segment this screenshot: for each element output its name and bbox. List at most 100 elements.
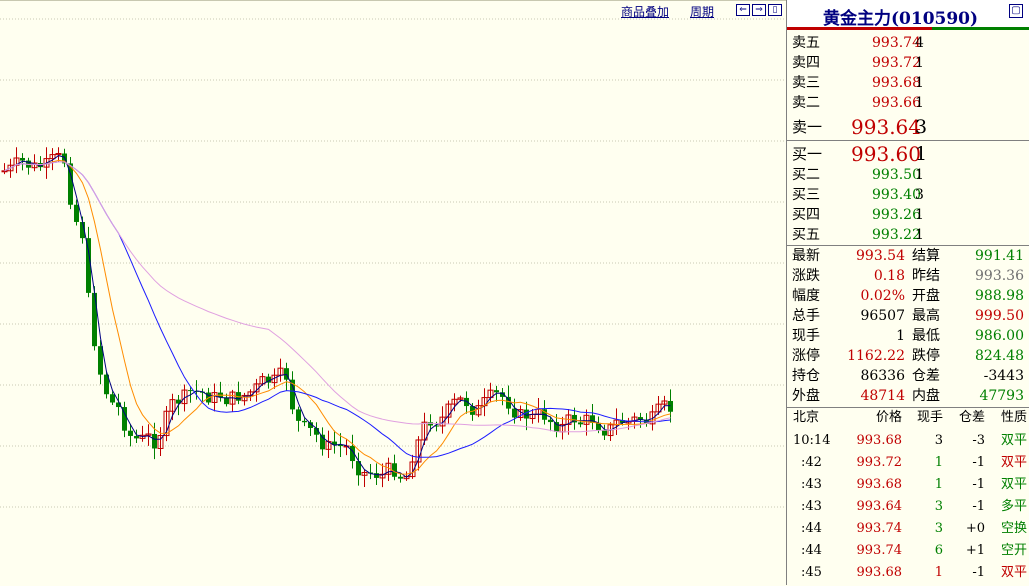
- candle-body: [1, 170, 8, 173]
- trade-row[interactable]: :44 993.74 6 +1 空开: [787, 540, 1029, 562]
- stat-label: 最新: [792, 248, 820, 264]
- stat-value: 48714: [860, 388, 905, 404]
- trade-time: :43: [801, 477, 822, 492]
- candle-body: [548, 419, 553, 423]
- trade-time: :44: [801, 543, 822, 558]
- trade-oi-change: +0: [965, 521, 985, 536]
- ask-level-label: 卖五: [792, 35, 820, 51]
- stat-value: 824.48: [975, 348, 1024, 364]
- ask-price: 993.64: [851, 115, 921, 139]
- candle-body: [134, 435, 139, 439]
- layout-icon[interactable]: ▯: [768, 4, 782, 16]
- trade-nature: 空换: [1000, 521, 1027, 536]
- trade-price: 993.72: [856, 455, 903, 470]
- trade-volume: 3: [934, 433, 943, 448]
- stat-label: 涨停: [792, 348, 820, 364]
- ask-price: 993.68: [872, 75, 921, 91]
- ask-row[interactable]: 卖一 993.64 3: [787, 115, 1029, 139]
- trade-price: 993.64: [856, 499, 903, 514]
- stat-value: 47793: [979, 388, 1024, 404]
- moving-average-line: [4, 155, 671, 478]
- ask-level-label: 卖一: [792, 118, 823, 136]
- stat-value: 999.50: [975, 308, 1024, 324]
- bid-qty: 1: [915, 143, 928, 165]
- ask-qty: 1: [915, 95, 924, 111]
- trade-time: :43: [801, 499, 822, 514]
- candle-body: [494, 390, 499, 393]
- bid-price: 993.40: [872, 187, 921, 203]
- stat-value: 0.18: [873, 268, 905, 284]
- ask-row[interactable]: 卖四 993.72 1: [787, 53, 1029, 73]
- bid-price: 993.50: [872, 167, 921, 183]
- ask-row[interactable]: 卖二 993.66 1: [787, 93, 1029, 113]
- ask-row[interactable]: 卖三 993.68 1: [787, 73, 1029, 93]
- trade-row[interactable]: 10:14 993.68 3 -3 双平: [787, 430, 1029, 452]
- panel-header: 黄金主力(010590) ▢: [787, 0, 1029, 30]
- stat-label: 最高: [912, 308, 940, 324]
- bid-row[interactable]: 买四 993.26 1: [787, 205, 1029, 225]
- moving-average-line: [4, 161, 671, 458]
- bid-level-label: 买一: [792, 145, 823, 163]
- trade-row[interactable]: :44 993.74 3 +0 空换: [787, 518, 1029, 540]
- stat-row: 最新 993.54 结算 991.41: [787, 246, 1029, 266]
- ask-row[interactable]: 卖五 993.74 4: [787, 33, 1029, 53]
- trade-price: 993.68: [856, 565, 903, 580]
- stat-value: 1: [896, 328, 905, 344]
- trade-volume: 3: [934, 499, 943, 514]
- stat-value: 993.36: [975, 268, 1024, 284]
- stat-label: 现手: [792, 328, 820, 344]
- candle-body: [74, 204, 79, 222]
- stat-label: 持仓: [792, 368, 820, 384]
- trade-row[interactable]: :43 993.64 3 -1 多平: [787, 496, 1029, 518]
- bid-row[interactable]: 买一 993.60 1: [787, 142, 1029, 166]
- stat-value: 993.54: [856, 248, 905, 264]
- trade-time: :45: [801, 565, 822, 580]
- ask-qty: 3: [915, 116, 928, 138]
- stat-label: 总手: [792, 308, 820, 324]
- trade-time: :42: [801, 455, 822, 470]
- stat-label: 内盘: [912, 388, 940, 404]
- divider: [787, 140, 1029, 141]
- header-price: 价格: [875, 410, 902, 425]
- trade-price: 993.74: [856, 543, 903, 558]
- candle-body: [512, 408, 517, 418]
- candle-body: [302, 420, 307, 423]
- trade-nature: 空开: [1000, 543, 1027, 558]
- candle-body: [554, 422, 559, 432]
- ask-price: 993.66: [872, 95, 921, 111]
- stat-row: 幅度 0.02% 开盘 988.98: [787, 286, 1029, 306]
- bid-level-label: 买二: [792, 167, 820, 183]
- candle-body: [596, 422, 601, 431]
- stat-value: -3443: [983, 368, 1024, 384]
- trade-price: 993.74: [856, 521, 903, 536]
- trade-time: 10:14: [793, 433, 831, 448]
- prev-arrow-icon[interactable]: ⇐: [736, 4, 750, 16]
- stat-label: 结算: [912, 248, 940, 264]
- period-link[interactable]: 周期: [690, 3, 714, 20]
- next-arrow-icon[interactable]: ⇒: [752, 4, 766, 16]
- stat-row: 外盘 48714 内盘 47793: [787, 386, 1029, 406]
- bid-row[interactable]: 买三 993.40 3: [787, 185, 1029, 205]
- bid-level-label: 买五: [792, 227, 820, 243]
- trade-row[interactable]: :42 993.72 1 -1 双平: [787, 452, 1029, 474]
- quote-panel: 黄金主力(010590) ▢ 卖五 993.74 4 卖四 993.72 1 卖三 993.6…: [786, 0, 1029, 585]
- stat-label: 涨跌: [792, 268, 820, 284]
- header-volume: 现手: [916, 410, 943, 425]
- bid-row[interactable]: 买五 993.22 1: [787, 225, 1029, 245]
- stat-row: 总手 96507 最高 999.50: [787, 306, 1029, 326]
- window-toggle-icon[interactable]: ▢: [1009, 4, 1023, 18]
- trade-row[interactable]: :45 993.68 1 -1 双平: [787, 562, 1029, 584]
- candlestick-chart[interactable]: 商品叠加 周期 ⇐ ⇒ ▯: [0, 0, 786, 586]
- candle-body: [20, 157, 25, 161]
- candle-body: [92, 292, 97, 347]
- ask-level-label: 卖二: [792, 95, 820, 111]
- trade-row[interactable]: :43 993.68 1 -1 双平: [787, 474, 1029, 496]
- trade-volume: 1: [934, 565, 943, 580]
- bid-row[interactable]: 买二 993.50 1: [787, 165, 1029, 185]
- trade-price: 993.68: [856, 477, 903, 492]
- header-time: 北京: [793, 410, 820, 425]
- candle-body: [188, 390, 193, 392]
- trade-volume: 3: [934, 521, 943, 536]
- overlay-commodity-link[interactable]: 商品叠加: [621, 3, 669, 20]
- ask-price: 993.74: [872, 35, 921, 51]
